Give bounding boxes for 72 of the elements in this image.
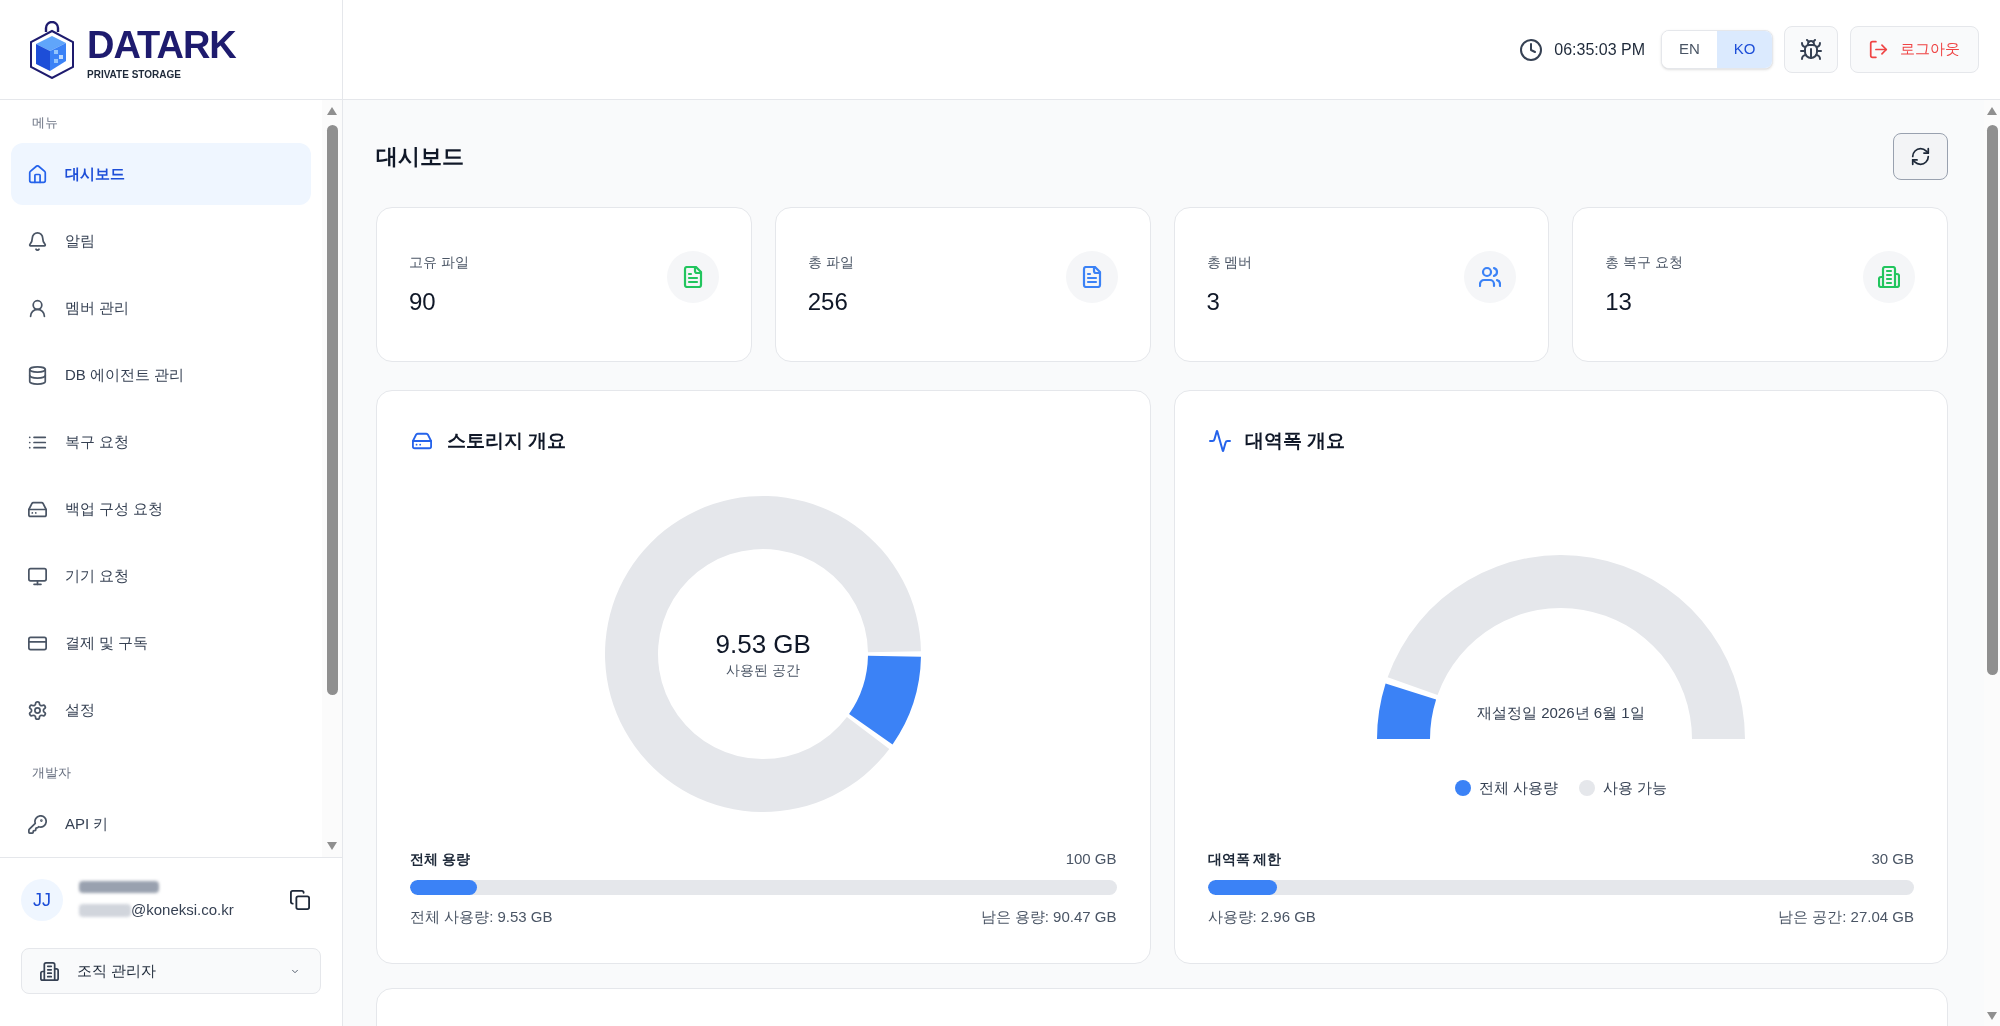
nav-item[interactable]: 기기 요청 [11, 545, 311, 607]
legend-label: 사용 가능 [1602, 778, 1667, 798]
used-amount: 전체 사용량: 9.53 GB [410, 906, 553, 927]
redacted-text [79, 903, 131, 917]
home-icon [28, 164, 47, 184]
card-title: 스토리지 개요 [447, 428, 567, 453]
monitor-icon [28, 566, 47, 586]
bug-icon [1800, 38, 1822, 61]
settings-icon [28, 700, 47, 720]
legend-label: 전체 사용량 [1478, 778, 1558, 798]
card-title: 대역폭 개요 [1244, 428, 1345, 453]
clock-icon [1520, 38, 1543, 61]
nav-item[interactable]: 백업 구성 요청 [11, 478, 311, 540]
cube-lock-logo-icon [30, 20, 74, 79]
refresh-button[interactable] [1893, 133, 1948, 180]
building-icon [40, 961, 59, 981]
hard-drive-icon [410, 431, 434, 451]
section-heading: 개발자 [31, 764, 72, 782]
language-option[interactable]: EN [1662, 31, 1717, 68]
copy-icon [290, 890, 310, 910]
scroll-down-icon[interactable] [327, 842, 337, 850]
limit-value: 30 GB [1871, 848, 1914, 869]
pulse-line-icon [1207, 430, 1232, 452]
scroll-up-icon[interactable] [1987, 107, 1997, 115]
nav-item[interactable]: DB 에이전트 관리 [11, 344, 311, 406]
used-amount: 사용량: 2.96 GB [1207, 906, 1316, 927]
gauge-label: 재설정일 2026년 6월 1일 [1476, 703, 1645, 723]
scrollbar-thumb[interactable] [1986, 125, 1998, 675]
limit-value: 100 GB [1065, 848, 1117, 869]
logo-wordmark: DATARK [87, 25, 236, 64]
page-title: 대시보드 [376, 143, 464, 171]
key-icon [28, 814, 47, 834]
scroll-down-icon[interactable] [1987, 1012, 1997, 1020]
section-heading: 메뉴 [31, 114, 59, 132]
stat-value: 13 [1605, 287, 1633, 317]
current-time: 06:35:03 PM [1554, 39, 1645, 60]
scrollbar-thumb[interactable] [326, 125, 338, 695]
donut-value: 9.53 GB [715, 627, 811, 660]
stat-label: 총 멤버 [1206, 253, 1253, 272]
logout-icon [1869, 40, 1888, 59]
stat-value: 90 [409, 287, 437, 317]
stat-value: 256 [807, 287, 849, 317]
donut-label: 사용된 공간 [726, 660, 801, 680]
role-select[interactable]: 조직 관리자 [21, 948, 321, 994]
nav-item[interactable]: 멤버 관리 [11, 277, 311, 339]
stat-label: 총 파일 [807, 253, 854, 272]
nav-item[interactable]: 결제 및 구독 [11, 612, 311, 674]
nav-item[interactable]: 설정 [11, 679, 311, 741]
nav-item[interactable]: 알림 [11, 210, 311, 272]
limit-label: 전체 용량 [410, 849, 470, 869]
remaining-amount: 남은 용량: 90.47 GB [980, 906, 1117, 927]
user-icon [28, 298, 47, 318]
logout-button[interactable]: 로그아웃 [1850, 26, 1979, 73]
debug-button[interactable] [1784, 26, 1838, 73]
logo-tagline: PRIVATE STORAGE [87, 69, 182, 80]
bell-icon [28, 231, 47, 251]
copy-button[interactable] [290, 890, 310, 910]
nav-item[interactable]: 복구 요청 [11, 411, 311, 473]
user-email: @koneksi.co.kr [131, 901, 234, 919]
database-icon [28, 365, 47, 385]
nav-item[interactable]: API 키 [11, 793, 311, 855]
avatar: JJ [21, 879, 63, 921]
refresh-icon [1911, 147, 1930, 166]
remaining-amount: 남은 공간: 27.04 GB [1778, 906, 1914, 927]
hard-drive-icon [28, 499, 47, 519]
limit-label: 대역폭 제한 [1207, 849, 1282, 869]
language-option[interactable]: KO [1717, 31, 1772, 68]
nav-item[interactable]: 대시보드 [11, 143, 311, 205]
stat-value: 3 [1206, 287, 1221, 317]
stat-label: 고유 파일 [409, 253, 469, 272]
stat-label: 총 복구 요청 [1605, 253, 1684, 272]
scroll-up-icon[interactable] [327, 107, 337, 115]
